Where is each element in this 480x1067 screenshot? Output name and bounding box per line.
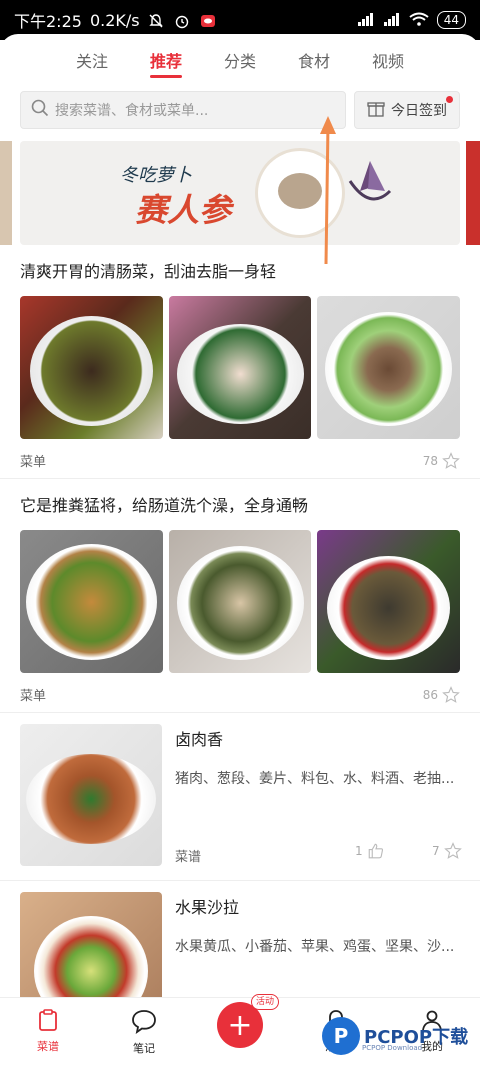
tab-following[interactable]: 关注 xyxy=(76,44,108,84)
mute-icon xyxy=(148,13,166,28)
search-input[interactable]: 搜索菜谱、食材或菜单... xyxy=(20,91,346,129)
collection-dish-image[interactable] xyxy=(317,296,461,439)
tab-categories[interactable]: 分类 xyxy=(224,44,256,84)
network-speed: 0.2K/s xyxy=(89,10,140,30)
promo-banner[interactable]: 冬吃萝卜 赛人参 xyxy=(20,141,460,245)
banner-next-peek[interactable] xyxy=(466,141,480,245)
tab-recommended[interactable]: 推荐 xyxy=(150,44,182,84)
checkin-button[interactable]: 今日签到 xyxy=(354,91,460,129)
collection-dish-image[interactable] xyxy=(168,296,312,439)
nav-notes[interactable]: 笔记 xyxy=(104,1008,184,1056)
checkin-red-dot xyxy=(446,96,453,103)
tab-videos[interactable]: 视频 xyxy=(372,44,404,84)
recipe-thumbnail[interactable] xyxy=(20,724,162,866)
banner-flower-decoration xyxy=(348,161,392,201)
watermark-logo: P xyxy=(322,1017,360,1055)
nav-notes-label: 笔记 xyxy=(133,1042,155,1055)
star-icon xyxy=(442,685,460,703)
watermark-sub: PCPOP Download xyxy=(362,1044,423,1052)
search-row: 搜索菜谱、食材或菜单... 今日签到 xyxy=(20,91,460,129)
recipe-ingredients: 水果黄瓜、小番茄、苹果、鸡蛋、坚果、沙... xyxy=(175,939,455,955)
tab-ingredients[interactable]: 食材 xyxy=(298,44,330,84)
search-icon xyxy=(31,99,49,121)
favorite-count-value: 78 xyxy=(422,453,438,468)
recipe-type-label: 菜谱 xyxy=(175,850,202,865)
nav-recipes[interactable]: 菜谱 xyxy=(8,1008,88,1054)
collection-title: 清爽开胃的清肠菜，刮油去脂一身轻 xyxy=(20,262,277,281)
favorite-count: 7 xyxy=(432,844,440,858)
banner-line-2: 赛人参 xyxy=(135,191,232,229)
like-count: 1 xyxy=(355,844,363,858)
collection-title: 它是推粪猛将，给肠道洗个澡，全身通畅 xyxy=(20,496,309,515)
chat-bubble-icon xyxy=(132,1010,156,1034)
clipboard-icon xyxy=(39,1009,57,1031)
recipe-card[interactable]: 卤肉香 猪肉、葱段、姜片、料包、水、料酒、老抽... 菜谱 1 7 xyxy=(20,724,462,866)
status-time: 下午2:25 xyxy=(14,12,82,31)
collection-dish-image[interactable] xyxy=(20,530,163,673)
recipe-ingredients: 猪肉、葱段、姜片、料包、水、料酒、老抽... xyxy=(175,771,455,787)
checkin-label: 今日签到 xyxy=(391,103,447,119)
thumbs-up-icon xyxy=(368,843,383,859)
top-tabs: 关注 推荐 分类 食材 视频 xyxy=(0,44,480,84)
favorite-count[interactable]: 86 xyxy=(422,685,460,704)
recipe-collection-1[interactable]: 清爽开胃的清肠菜，刮油去脂一身轻 菜单 78 xyxy=(20,258,461,470)
divider xyxy=(0,478,480,479)
swipe-up-arrow-icon xyxy=(320,116,336,265)
plus-icon: + xyxy=(227,1007,253,1043)
app-notification-icon xyxy=(200,13,218,27)
add-button[interactable]: + 活动 xyxy=(217,994,279,1048)
star-icon xyxy=(443,842,462,859)
alarm-icon xyxy=(174,13,192,29)
recipe-name: 卤肉香 xyxy=(175,730,224,749)
collection-type-label: 菜单 xyxy=(20,455,47,470)
event-badge: 活动 xyxy=(250,994,279,1010)
star-icon xyxy=(442,451,460,469)
search-placeholder: 搜索菜谱、食材或菜单... xyxy=(55,103,209,119)
signal-icon-2 xyxy=(383,11,401,30)
app-content: 关注 推荐 分类 食材 视频 搜索菜谱、食材或菜单... 今日签到 冬吃萝卜 赛… xyxy=(0,34,480,1067)
nav-recipes-label: 菜谱 xyxy=(37,1040,59,1053)
banner-line-1: 冬吃萝卜 xyxy=(120,165,192,186)
gift-icon xyxy=(367,99,385,121)
banner-prev-peek[interactable] xyxy=(0,141,12,245)
collection-dish-image[interactable] xyxy=(168,530,312,673)
collection-type-label: 菜单 xyxy=(20,689,47,704)
battery-level: 44 xyxy=(436,11,466,29)
nav-add[interactable]: + 活动 xyxy=(200,994,280,1048)
collection-dish-image[interactable] xyxy=(317,530,461,673)
favorite-count[interactable]: 78 xyxy=(422,451,460,470)
collection-dish-image[interactable] xyxy=(20,296,163,439)
favorite-count-value: 86 xyxy=(422,687,438,702)
wifi-icon xyxy=(409,11,429,30)
signal-icon xyxy=(357,11,375,30)
like-button[interactable]: 1 xyxy=(355,842,385,860)
recipe-name: 水果沙拉 xyxy=(175,898,240,917)
recipe-collection-2[interactable]: 它是推粪猛将，给肠道洗个澡，全身通畅 菜单 86 xyxy=(20,492,461,704)
favorite-button[interactable]: 7 xyxy=(432,842,462,860)
divider xyxy=(0,880,480,881)
watermark: P PCPOP下载 PCPOP Download xyxy=(322,1012,472,1060)
divider xyxy=(0,712,480,713)
